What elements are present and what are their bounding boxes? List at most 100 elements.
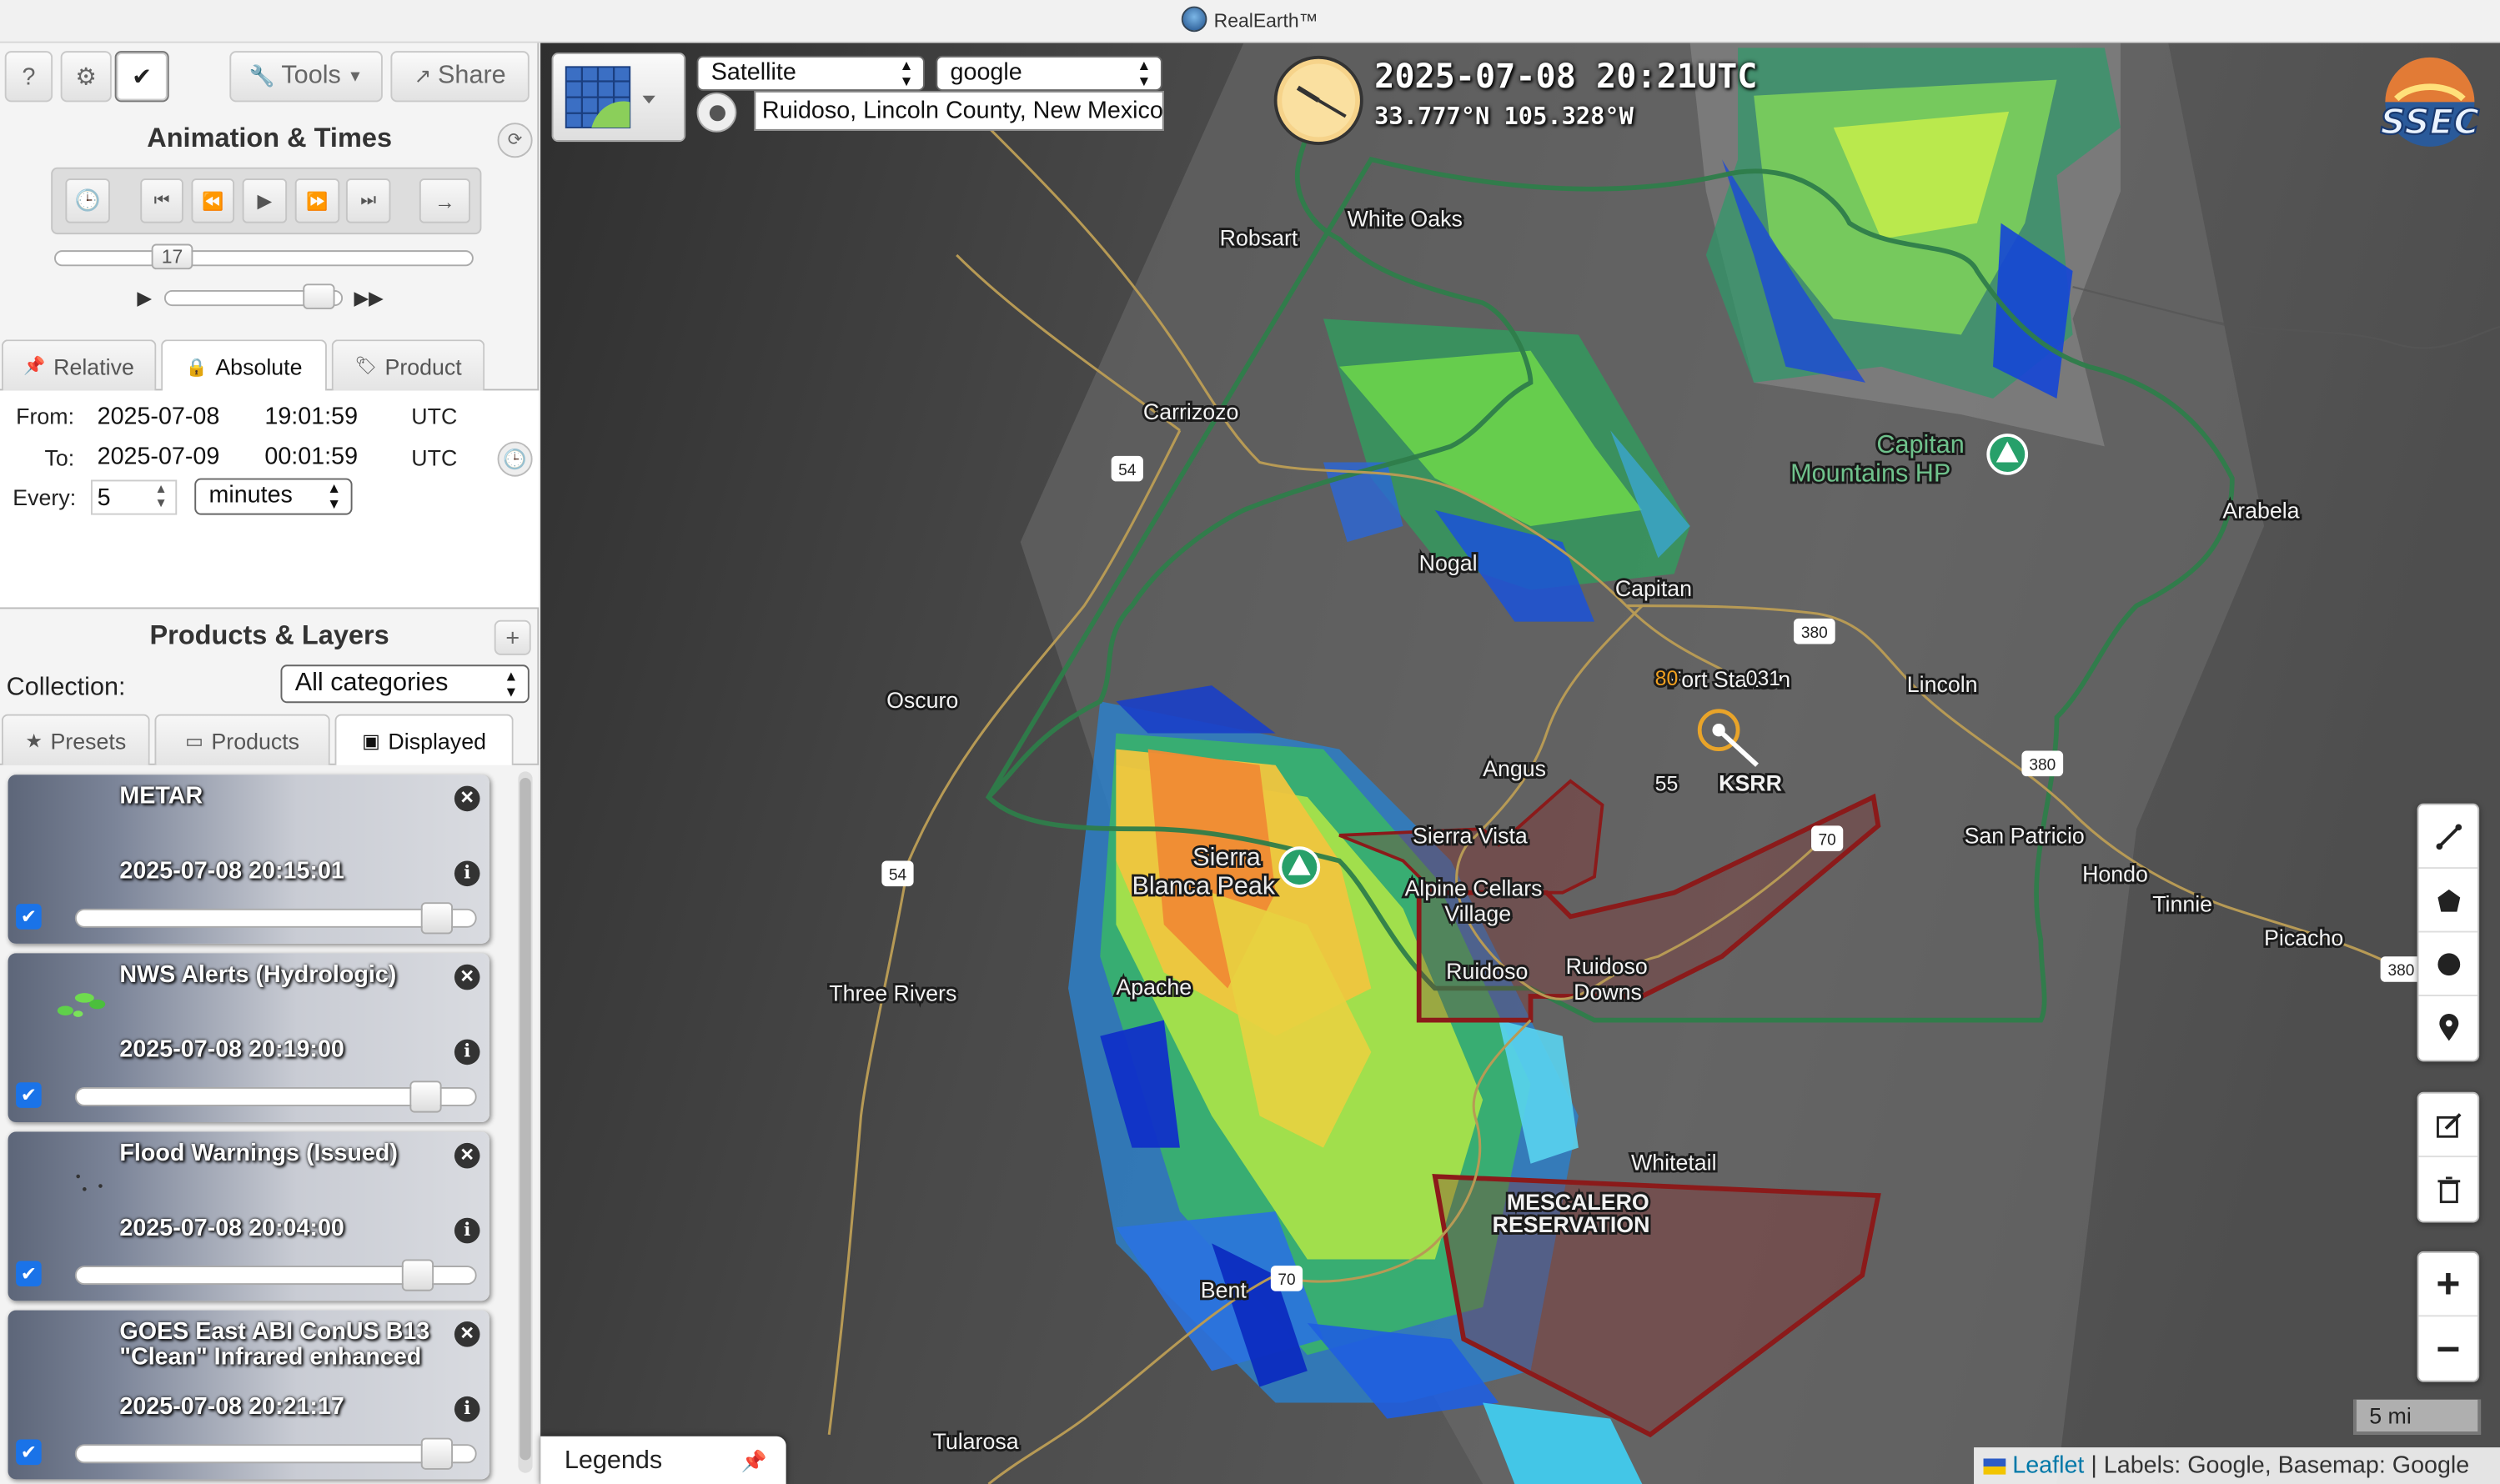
app-frame: RealEarth™ ? ⚙ ✔ 🔧 Tools ▼ ↗ Share Anima…: [0, 0, 2500, 1484]
edit-button[interactable]: [2418, 1094, 2478, 1158]
edit-icon: [2436, 1112, 2461, 1137]
opacity-slider[interactable]: [74, 1259, 477, 1291]
tab-products[interactable]: ▭ Products: [154, 714, 330, 765]
map-view[interactable]: 54 54 380 380 380 70 70 White Oaks Robsa…: [540, 43, 2500, 1484]
tab-label: Displayed: [388, 728, 486, 755]
place-label: Mountains HP: [1790, 459, 1950, 487]
speed-handle[interactable]: [303, 283, 335, 309]
info-icon[interactable]: i: [454, 1396, 480, 1422]
to-time-input[interactable]: 00:01:59: [258, 438, 396, 474]
tab-relative[interactable]: 📌 Relative: [1, 339, 157, 391]
last-frame-button[interactable]: ⏭: [345, 178, 391, 223]
close-icon[interactable]: ✕: [454, 1321, 480, 1347]
layer-card[interactable]: METAR ✕ 2025-07-08 20:15:01 i ✔: [8, 775, 489, 944]
check-button[interactable]: ✔: [114, 51, 169, 103]
place-label: Carrizozo: [1143, 399, 1238, 424]
absolute-time-panel: From: 2025-07-08 19:01:59 UTC To: 2025-0…: [0, 390, 540, 609]
peak-marker-capitan: [1986, 434, 2029, 475]
to-date-input[interactable]: 2025-07-09: [90, 438, 248, 474]
step-forward-button[interactable]: ⏩: [294, 178, 340, 223]
pin-icon[interactable]: 📌: [741, 1436, 767, 1484]
place-label: Nogal: [1419, 550, 1478, 575]
opacity-slider[interactable]: [74, 1437, 477, 1470]
locate-button[interactable]: [696, 92, 737, 133]
info-icon[interactable]: i: [454, 860, 480, 887]
close-icon[interactable]: ✕: [454, 964, 480, 990]
collection-select[interactable]: All categories ▲ ▼: [280, 664, 530, 704]
info-icon[interactable]: i: [454, 1039, 480, 1065]
step-back-button[interactable]: ⏪: [191, 178, 235, 223]
layer-time: 2025-07-08 20:19:00: [119, 1035, 344, 1064]
place-label: Ruidoso: [1566, 954, 1648, 979]
scrollbar-thumb[interactable]: [520, 778, 531, 1461]
speed-slider[interactable]: [163, 283, 344, 309]
delete-button[interactable]: [2419, 1157, 2478, 1221]
play-small-icon[interactable]: ▶: [137, 287, 152, 309]
add-layer-button[interactable]: +: [494, 619, 531, 655]
basemap-provider-select[interactable]: google ▲ ▼: [936, 55, 1162, 91]
map-canvas[interactable]: 54 54 380 380 380 70 70 White Oaks Robsa…: [540, 43, 2500, 1484]
every-unit-select[interactable]: minutes ▲ ▼: [194, 478, 353, 515]
collection-value: All categories: [294, 669, 449, 697]
leaflet-link[interactable]: Leaflet: [2012, 1452, 2084, 1480]
legends-panel-toggle[interactable]: Legends 📌: [540, 1436, 786, 1484]
layer-card[interactable]: GOES East ABI ConUS B13 "Clean" Infrared…: [8, 1310, 489, 1480]
layer-card[interactable]: NWS Alerts (Hydrologic) ✕ 2025-07-08 20:…: [8, 953, 489, 1123]
gear-icon: ⚙: [75, 63, 98, 91]
layer-scrollbar[interactable]: [518, 771, 533, 1473]
first-frame-button[interactable]: ⏮: [140, 178, 183, 223]
zoom-control: + −: [2417, 1251, 2480, 1382]
layer-checkbox[interactable]: ✔: [16, 1082, 42, 1108]
layer-picker-button[interactable]: [551, 53, 686, 143]
share-button[interactable]: ↗ Share: [390, 51, 530, 103]
tab-presets[interactable]: ★ Presets: [1, 714, 150, 765]
layer-checkbox[interactable]: ✔: [16, 904, 42, 930]
layer-checkbox[interactable]: ✔: [16, 1261, 42, 1286]
help-button[interactable]: ?: [4, 51, 53, 103]
info-icon[interactable]: i: [454, 1217, 480, 1244]
zoom-in-button[interactable]: +: [2418, 1253, 2478, 1317]
us380-shield-b: 380: [2021, 750, 2064, 777]
play-button[interactable]: ▶: [242, 178, 288, 223]
place-label: 55: [1655, 773, 1679, 795]
opacity-slider[interactable]: [74, 1080, 477, 1113]
place-label: MESCALERO: [1507, 1190, 1649, 1215]
location-search-input[interactable]: Ruidoso, Lincoln County, New Mexico: [754, 90, 1164, 131]
from-time-input[interactable]: 19:01:59: [258, 399, 396, 434]
tab-absolute[interactable]: 🔒 Absolute: [161, 339, 327, 393]
clock-icon[interactable]: 🕒: [65, 178, 110, 223]
draw-polygon-button[interactable]: [2418, 869, 2478, 933]
frame-slider[interactable]: 17: [54, 243, 474, 270]
opacity-slider[interactable]: [74, 902, 477, 935]
opacity-handle[interactable]: [402, 1259, 434, 1291]
place-label: Tularosa: [933, 1429, 1019, 1454]
settings-button[interactable]: ⚙: [60, 51, 112, 103]
place-label: Whitetail: [1631, 1150, 1717, 1175]
opacity-handle[interactable]: [420, 902, 453, 935]
basemap-type-select[interactable]: Satellite ▲ ▼: [696, 55, 925, 91]
from-label: From:: [16, 403, 75, 429]
tab-product[interactable]: 🏷 Product: [331, 339, 485, 391]
close-icon[interactable]: ✕: [454, 1142, 480, 1169]
layer-card[interactable]: Flood Warnings (Issued) ✕ 2025-07-08 20:…: [8, 1131, 489, 1301]
from-tz: UTC: [411, 403, 458, 429]
layer-checkbox[interactable]: ✔: [16, 1439, 42, 1466]
frame-handle[interactable]: 17: [151, 243, 193, 270]
draw-marker-button[interactable]: [2419, 996, 2478, 1060]
refresh-icon[interactable]: ⟳: [497, 123, 533, 158]
draw-line-button[interactable]: [2418, 805, 2478, 870]
draw-circle-button[interactable]: [2418, 933, 2478, 996]
opacity-handle[interactable]: [420, 1437, 453, 1470]
fast-forward-icon[interactable]: ▶▶: [354, 287, 383, 309]
tools-button[interactable]: 🔧 Tools ▼: [229, 51, 383, 103]
clock-reset-icon[interactable]: 🕒: [497, 441, 533, 477]
from-date-input[interactable]: 2025-07-08: [90, 399, 248, 434]
stepper-icon[interactable]: ▲ ▼: [154, 481, 167, 509]
layer-name: NWS Alerts (Hydrologic): [119, 960, 397, 989]
tab-displayed[interactable]: ▣ Displayed: [334, 714, 514, 767]
close-icon[interactable]: ✕: [454, 785, 480, 812]
opacity-handle[interactable]: [409, 1080, 442, 1113]
zoom-out-button[interactable]: −: [2419, 1316, 2478, 1380]
select-arrows-icon: ▲ ▼: [504, 668, 519, 700]
arrow-right-icon[interactable]: →: [419, 178, 471, 223]
